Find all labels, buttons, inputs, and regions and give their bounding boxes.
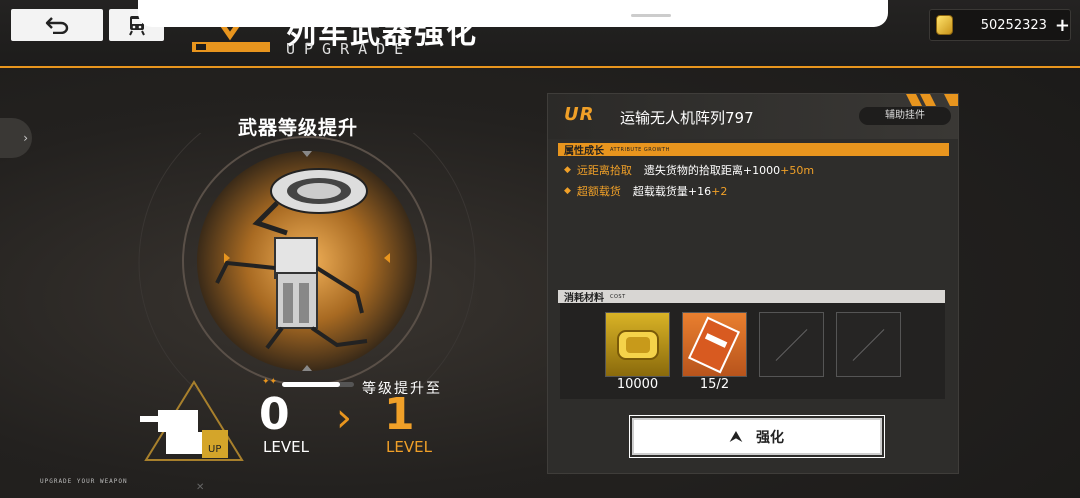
- cost-section-header: 消耗材料 COST: [558, 290, 945, 304]
- side-drawer-tab[interactable]: ›: [0, 118, 32, 158]
- cost-slot-empty: [836, 312, 901, 377]
- attribute-row: ◆ 超额载货 超载载货量+16 +2: [564, 184, 728, 199]
- cost-slot-ticket[interactable]: [682, 312, 747, 377]
- plus-icon[interactable]: +: [1055, 15, 1070, 36]
- progress-bar: [282, 382, 354, 387]
- item-detail-panel: UR 运输无人机阵列797 辅助挂件 属性成长 ATTRIBUTE GROWTH…: [547, 93, 959, 474]
- footer-caption: UPGRADE YOUR WEAPON: [40, 478, 128, 485]
- panel-header: UR 运输无人机阵列797 辅助挂件: [548, 94, 958, 139]
- notification-overlay[interactable]: [138, 0, 888, 27]
- back-button[interactable]: [11, 9, 103, 41]
- item-type-tag: 辅助挂件: [859, 107, 951, 125]
- progress-fill: [282, 382, 340, 387]
- cost-slot-gold[interactable]: [605, 312, 670, 377]
- diamond-icon: ◆: [564, 165, 571, 175]
- attribute-row: ◆ 远距离拾取 遗失货物的拾取距离+1000 +50m: [564, 163, 815, 178]
- chevron-right-icon: ›: [23, 131, 28, 145]
- weapon-display-ring: [138, 133, 476, 393]
- upgrade-button-label: 强化: [755, 429, 784, 446]
- item-name: 运输无人机阵列797: [620, 109, 754, 127]
- upgrade-ticket-icon: [687, 316, 741, 374]
- page-subtitle: UPGRADE: [286, 40, 413, 58]
- current-level-label: LEVEL: [263, 438, 309, 456]
- star-icon: ✦✦: [262, 377, 278, 387]
- overlay-handle[interactable]: [631, 14, 671, 17]
- up-badge: UP: [208, 444, 221, 455]
- cost-count: 10000: [616, 377, 659, 392]
- current-level: 0: [259, 389, 290, 440]
- diamond-icon: ◆: [564, 186, 571, 196]
- double-chevron-up-icon: ⮝: [730, 428, 742, 445]
- close-mark-icon: ✕: [196, 482, 205, 493]
- next-level-label: LEVEL: [386, 438, 432, 456]
- gold-coin-icon: [936, 15, 953, 35]
- next-level: 1: [384, 389, 415, 440]
- undo-arrow-icon: [45, 17, 69, 34]
- stripe-decoration-icon: [906, 94, 958, 106]
- chevron-right-icon: ›: [336, 395, 352, 441]
- gold-coin-icon: [617, 330, 659, 360]
- rarity-badge: UR: [564, 104, 595, 125]
- currency-display: 50252323 +: [929, 9, 1071, 41]
- turret-icon: UP: [140, 380, 244, 461]
- currency-value: 50252323: [980, 17, 1047, 33]
- cost-slot-empty: [759, 312, 824, 377]
- attribute-section-header: 属性成长 ATTRIBUTE GROWTH: [558, 143, 949, 157]
- cost-count: 15/2: [699, 377, 730, 392]
- upgrade-button[interactable]: ⮝ 强化: [629, 415, 885, 458]
